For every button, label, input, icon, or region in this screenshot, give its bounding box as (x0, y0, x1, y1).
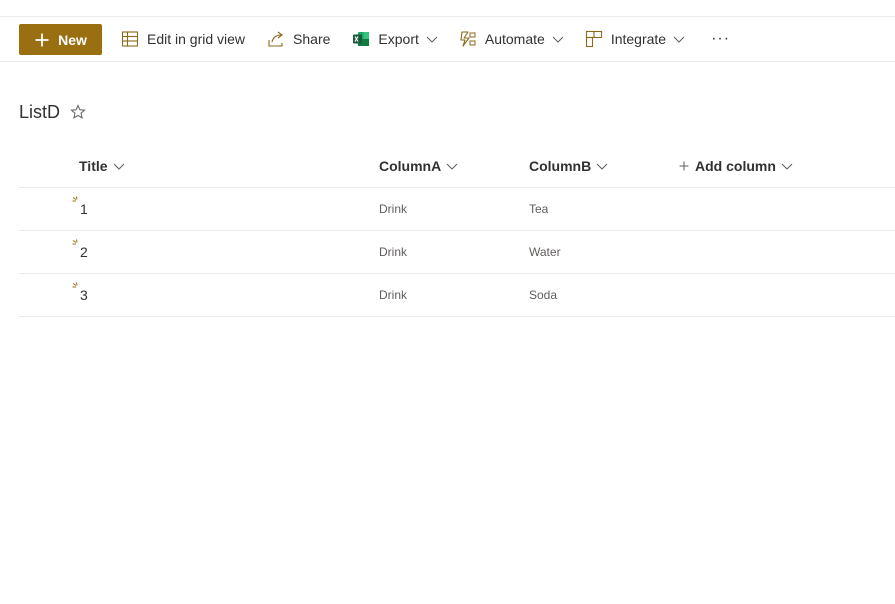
cell-columnb: Soda (529, 288, 558, 302)
chevron-down-icon (426, 36, 438, 43)
add-column-button[interactable]: Add column (679, 158, 793, 174)
column-header-label: Title (79, 158, 108, 174)
chevron-down-icon (446, 163, 458, 170)
edit-grid-view-button[interactable]: Edit in grid view (117, 23, 249, 55)
list-table: Title ColumnA ColumnB Add column 1 Drink… (19, 146, 895, 317)
column-header-title[interactable]: Title (79, 158, 125, 174)
column-header-columnb[interactable]: ColumnB (529, 158, 608, 174)
more-icon: ··· (711, 30, 731, 47)
command-bar: New Edit in grid view Share Export Autom… (0, 17, 895, 62)
cell-columna: Drink (379, 202, 408, 216)
list-header: ListD (19, 98, 86, 126)
share-label: Share (293, 31, 331, 47)
chevron-down-icon (596, 163, 608, 170)
export-label: Export (378, 31, 419, 47)
chevron-down-icon (552, 36, 564, 43)
column-header-label: ColumnB (529, 158, 592, 174)
automate-label: Automate (484, 31, 545, 47)
cell-columnb: Water (529, 245, 561, 259)
new-button-label: New (58, 31, 87, 48)
page-title: ListD (19, 101, 61, 122)
item-title-link[interactable]: 2 (80, 244, 88, 260)
more-options-button[interactable]: ··· (707, 23, 734, 55)
chevron-down-icon (673, 36, 685, 43)
chevron-down-icon (113, 163, 124, 170)
table-row[interactable]: 1 Drink Tea (19, 188, 895, 231)
export-button[interactable]: Export (348, 23, 441, 55)
share-icon (268, 31, 283, 47)
integrate-icon (585, 30, 602, 48)
table-row[interactable]: 2 Drink Water (19, 231, 895, 274)
automate-button[interactable]: Automate (455, 23, 568, 55)
add-column-label: Add column (695, 158, 776, 174)
integrate-button[interactable]: Integrate (581, 23, 689, 55)
integrate-label: Integrate (610, 31, 667, 47)
column-header-label: ColumnA (379, 158, 442, 174)
table-row[interactable]: 3 Drink Soda (19, 274, 895, 317)
plus-icon (35, 33, 49, 46)
column-header-columna[interactable]: ColumnA (379, 158, 458, 174)
flow-icon (460, 31, 476, 47)
grid-icon (121, 31, 139, 47)
cell-columna: Drink (379, 245, 408, 259)
excel-icon (353, 32, 370, 46)
item-title-link[interactable]: 3 (80, 287, 88, 303)
plus-icon (679, 161, 689, 171)
item-title-link[interactable]: 1 (80, 201, 88, 217)
new-button[interactable]: New (19, 24, 102, 55)
cell-columna: Drink (379, 288, 408, 302)
cell-columnb: Tea (529, 202, 549, 216)
star-icon[interactable] (70, 104, 86, 120)
share-button[interactable]: Share (263, 23, 334, 55)
chevron-down-icon (781, 163, 793, 170)
edit-grid-view-label: Edit in grid view (147, 31, 246, 47)
table-header: Title ColumnA ColumnB Add column (19, 146, 895, 188)
